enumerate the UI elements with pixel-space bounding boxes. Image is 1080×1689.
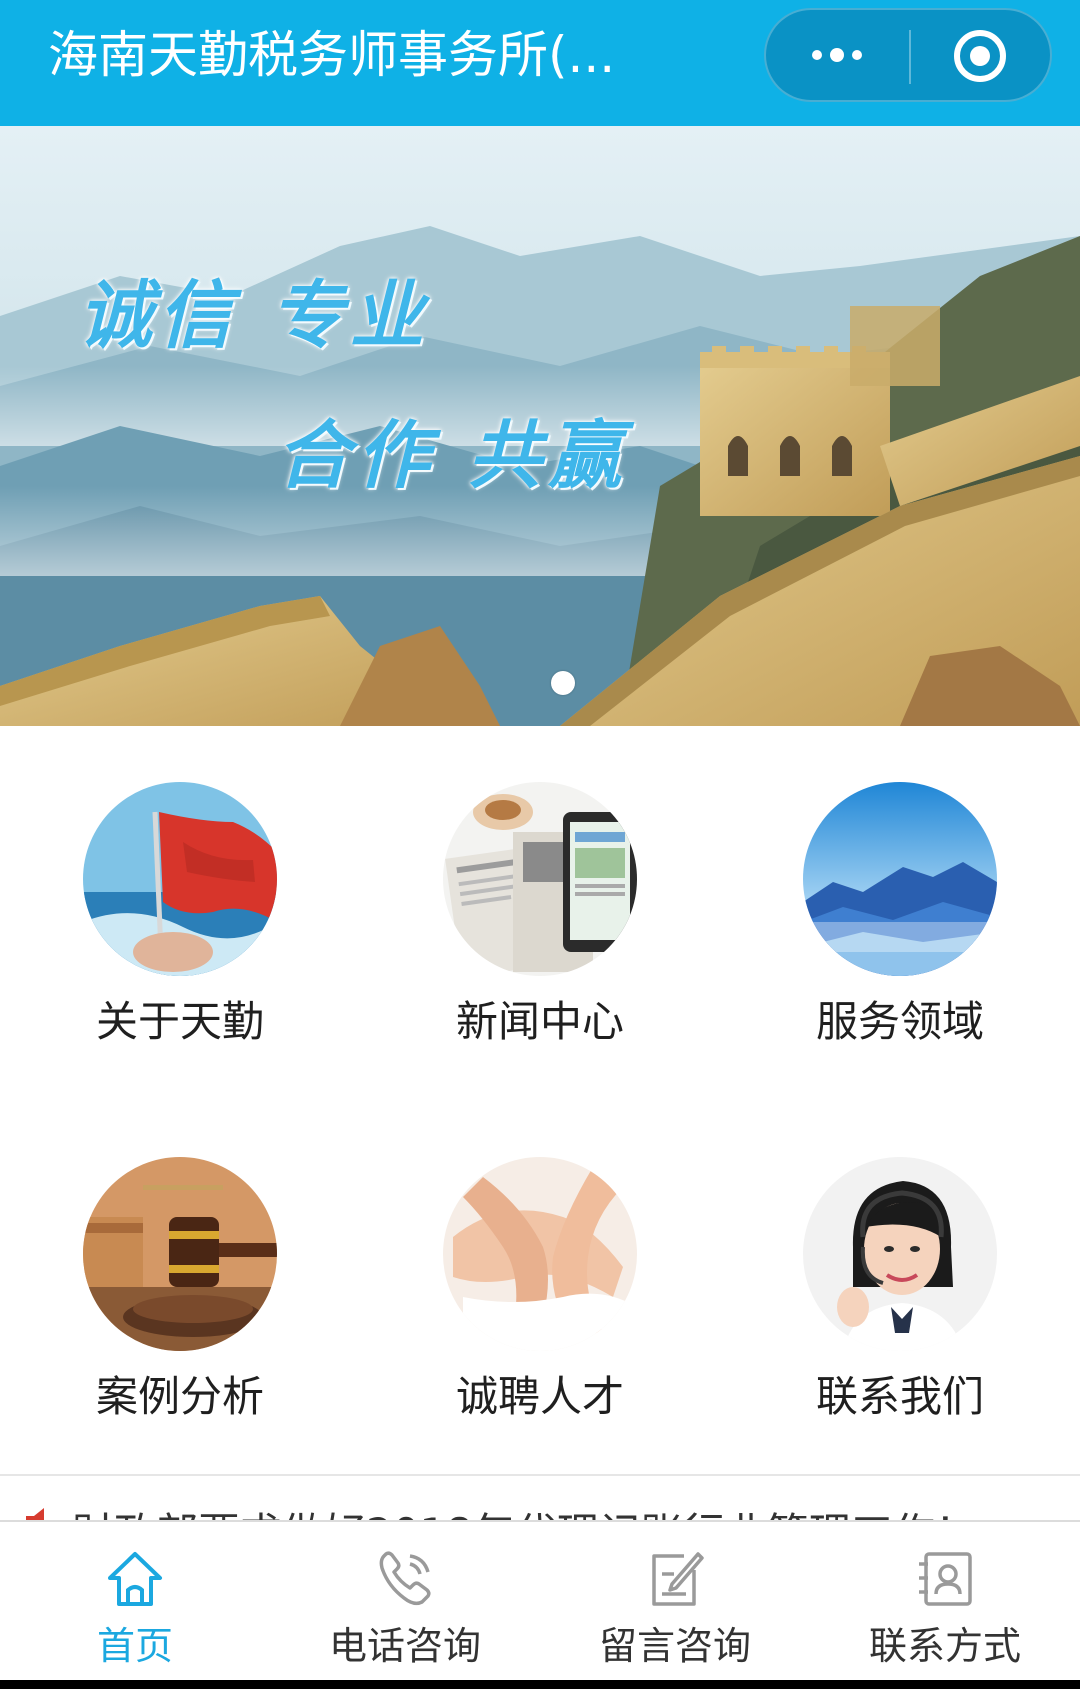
home-icon xyxy=(108,1552,162,1606)
red-flag-image xyxy=(83,782,277,976)
grid-label: 案例分析 xyxy=(95,1372,264,1421)
tab-label: 联系方式 xyxy=(868,1624,1021,1668)
grid-item-cases[interactable]: 案例分析 xyxy=(0,1157,360,1457)
tab-home[interactable]: 首页 xyxy=(0,1522,270,1680)
tab-phone[interactable]: 电话咨询 xyxy=(270,1522,540,1680)
phone-icon xyxy=(379,1551,431,1606)
tab-label: 首页 xyxy=(96,1624,173,1668)
carousel-dot-indicator[interactable] xyxy=(551,671,575,695)
grid-label: 新闻中心 xyxy=(455,997,624,1046)
grid-item-services[interactable]: 服务领域 xyxy=(720,782,1080,1082)
contact-card-icon xyxy=(919,1552,972,1606)
edit-note-icon xyxy=(652,1552,704,1606)
banner-slogan-line1: 诚信 专业 xyxy=(78,273,430,359)
top-nav-bar: 海南天勤税务师事务所(... xyxy=(0,0,1080,126)
grid-label: 联系我们 xyxy=(815,1372,984,1421)
grid-item-recruit[interactable]: 诚聘人才 xyxy=(360,1157,720,1457)
banner-carousel[interactable]: 诚信 专业 合作 共赢 xyxy=(0,126,1080,726)
tab-contact[interactable]: 联系方式 xyxy=(810,1522,1080,1680)
mini-program-capsule xyxy=(764,8,1052,102)
grid-item-about[interactable]: 关于天勤 xyxy=(0,782,360,1082)
newspaper-image xyxy=(443,782,637,976)
tab-message[interactable]: 留言咨询 xyxy=(540,1522,810,1680)
screen-bottom-edge xyxy=(0,1680,1080,1689)
gavel-image xyxy=(83,1157,277,1351)
customer-service-image xyxy=(803,1157,997,1351)
target-circle-icon[interactable] xyxy=(911,10,1052,100)
tab-label: 留言咨询 xyxy=(598,1624,751,1668)
joined-hands-image xyxy=(443,1157,637,1351)
news-ticker[interactable]: 财政部要求做好2018年代理记账行业管理工作！ xyxy=(0,1476,1080,1520)
grid-label: 关于天勤 xyxy=(95,997,264,1046)
ticker-text[interactable]: 财政部要求做好2018年代理记账行业管理工作！ xyxy=(72,1506,977,1520)
page-title: 海南天勤税务师事务所(... xyxy=(48,26,616,84)
grid-label: 诚聘人才 xyxy=(455,1372,624,1421)
blue-mountains-image xyxy=(803,782,997,976)
banner-slogan-line2: 合作 共赢 xyxy=(276,413,628,499)
more-dots-icon[interactable] xyxy=(766,10,909,100)
grid-label: 服务领域 xyxy=(815,997,984,1046)
grid-item-news[interactable]: 新闻中心 xyxy=(360,782,720,1082)
speaker-icon xyxy=(26,1508,44,1520)
tab-label: 电话咨询 xyxy=(328,1624,481,1668)
bottom-tab-bar: 首页 电话咨询 留言咨询 联系方式 xyxy=(0,1520,1080,1689)
grid-item-contact[interactable]: 联系我们 xyxy=(720,1157,1080,1457)
